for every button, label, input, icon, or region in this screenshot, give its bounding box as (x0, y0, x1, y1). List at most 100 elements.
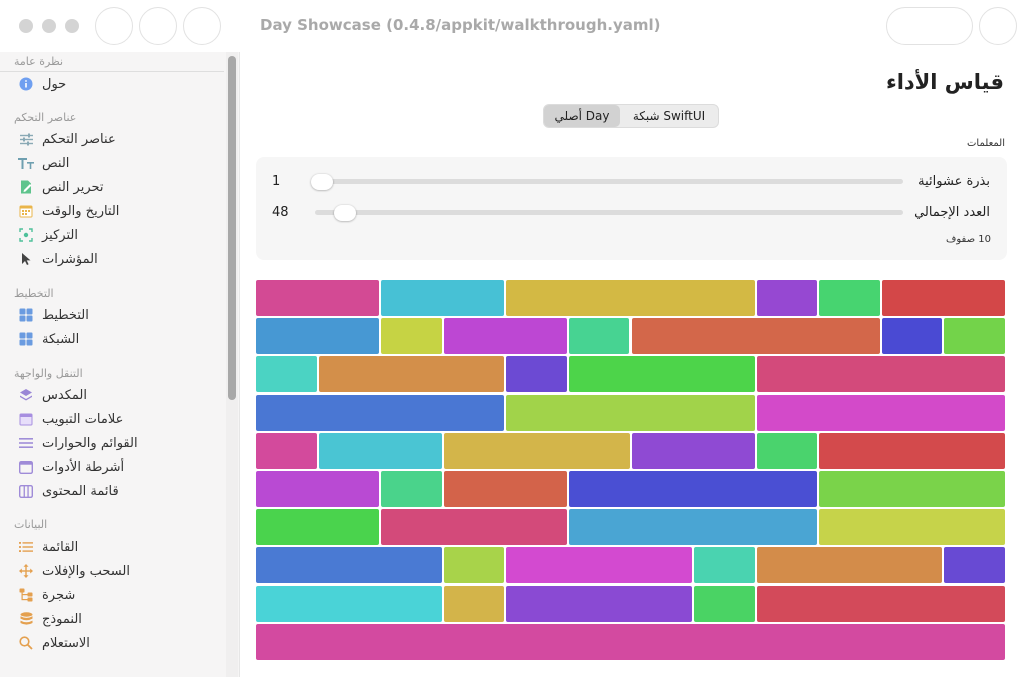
sidebar-item-label: المؤشرات (42, 251, 98, 267)
columns-icon (18, 483, 34, 499)
sidebar-scrollbar[interactable] (228, 56, 236, 400)
sidebar-item-model[interactable]: النموذج (18, 609, 218, 629)
parameters-label: المعلمات (967, 138, 1005, 149)
grid-cell (506, 547, 693, 584)
seed-slider-knob[interactable] (311, 173, 333, 190)
toolbar-wide-button[interactable] (886, 7, 973, 45)
benchmark-grid (256, 280, 1007, 661)
grid-cell (443, 471, 567, 507)
grid-cell (256, 585, 442, 622)
sidebar-item-content-list[interactable]: قائمة المحتوى (18, 481, 218, 501)
total-label: العدد الإجمالي (914, 205, 990, 220)
sidebar-item-focus[interactable]: التركيز (18, 225, 218, 245)
toolbar-button-4[interactable] (979, 7, 1017, 45)
sidebar-item-list[interactable]: القائمة (18, 537, 218, 557)
grid-cell (881, 280, 1005, 316)
grid-cell (881, 318, 943, 355)
sidebar-item-query[interactable]: الاستعلام (18, 633, 218, 653)
sidebar-section-header: التنقل والواجهة (14, 367, 83, 380)
rows-count-note: 10 صفوف (946, 234, 991, 245)
sidebar-item-label: أشرطة الأدوات (42, 459, 125, 475)
grid-cell (256, 471, 380, 507)
minimize-window-icon[interactable] (42, 19, 56, 33)
sidebar-item-pointers[interactable]: المؤشرات (18, 249, 218, 269)
grid-cell (568, 356, 755, 393)
grid-cell (631, 318, 880, 355)
renderer-segmented-control[interactable]: أصلي Day شبكة SwiftUI (543, 104, 719, 128)
text-size-icon (18, 155, 34, 171)
grid-icon (18, 331, 34, 347)
sidebar-item-label: التركيز (42, 227, 78, 243)
sidebar-item-label: النموذج (42, 611, 82, 627)
sidebar-section-header: عناصر التحكم (14, 111, 77, 124)
segment-swiftui-grid[interactable]: شبكة SwiftUI (620, 105, 718, 127)
total-slider-knob[interactable] (333, 204, 356, 221)
edit-document-icon (18, 179, 34, 195)
app-window: Day Showcase (0.4.8/appkit/walkthrough.y… (0, 0, 1024, 677)
sidebar-item-drag-drop[interactable]: السحب والإفلات (18, 561, 218, 581)
sidebar-item-about[interactable]: حول (18, 74, 218, 94)
grid-cell (256, 394, 505, 431)
grid-cell (256, 432, 317, 469)
seed-slider-track[interactable] (311, 173, 903, 190)
layout-grid-icon (18, 307, 34, 323)
grid-cell (568, 471, 818, 507)
sidebar-item-stack[interactable]: المكدس (18, 385, 218, 405)
sidebar-item-tabs[interactable]: علامات التبويب (18, 409, 218, 429)
grid-cell (694, 547, 755, 584)
total-slider-track[interactable] (315, 204, 903, 221)
toolbar-button-1[interactable] (95, 7, 133, 45)
grid-cell (318, 432, 442, 469)
sidebar-item-text-editing[interactable]: تحرير النص (18, 177, 218, 197)
segment-native-day[interactable]: أصلي Day (544, 105, 620, 127)
sidebar-item-label: تحرير النص (42, 179, 104, 195)
sidebar-item-label: علامات التبويب (42, 411, 124, 427)
close-window-icon[interactable] (19, 19, 33, 33)
grid-cell (506, 394, 755, 431)
sidebar-item-menus-dialogs[interactable]: القوائم والحوارات (18, 433, 218, 453)
grid-cell (568, 509, 818, 546)
sidebar-item-toolbars[interactable]: أشرطة الأدوات (18, 457, 218, 477)
sidebar-item-label: حول (42, 76, 67, 92)
search-icon (18, 635, 34, 651)
list-icon (18, 539, 34, 555)
sidebar: نظرة عامة حول عناصر التحكم عناصر التحكم … (0, 52, 240, 677)
grid-cell (506, 280, 755, 316)
parameters-panel: 1 بذرة عشوائية 48 العدد الإجمالي 10 صفوف (256, 157, 1007, 260)
database-icon (18, 611, 34, 627)
title-bar: Day Showcase (0.4.8/appkit/walkthrough.y… (0, 0, 1024, 52)
grid-cell (381, 280, 505, 316)
tree-icon (18, 587, 34, 603)
grid-cell (631, 432, 755, 469)
sidebar-item-date-time[interactable]: التاريخ والوقت (18, 201, 218, 221)
grid-cell (443, 432, 630, 469)
grid-cell (381, 509, 567, 546)
sidebar-item-grid[interactable]: الشبكة (18, 329, 218, 349)
grid-cell (756, 394, 1005, 431)
toolbar-button-2[interactable] (139, 7, 177, 45)
grid-cell (506, 356, 567, 393)
zoom-window-icon[interactable] (65, 19, 79, 33)
sidebar-item-label: الاستعلام (42, 635, 90, 651)
sidebar-item-label: عناصر التحكم (42, 131, 116, 147)
page-title: قياس الأداء (885, 70, 1004, 94)
sidebar-item-controls[interactable]: عناصر التحكم (18, 129, 218, 149)
grid-cell (944, 547, 1005, 584)
grid-cell (381, 318, 442, 355)
sidebar-item-label: القوائم والحوارات (42, 435, 138, 451)
grid-cell (256, 547, 442, 584)
sidebar-item-tree[interactable]: شجرة (18, 585, 218, 605)
sidebar-item-label: التخطيط (42, 307, 89, 323)
sidebar-section-header: التخطيط (14, 287, 54, 300)
grid-cell (819, 432, 1006, 469)
grid-cell (256, 318, 380, 355)
seed-label: بذرة عشوائية (918, 174, 990, 189)
total-value: 48 (272, 205, 289, 220)
sidebar-item-label: التاريخ والوقت (42, 203, 120, 219)
main-content: قياس الأداء أصلي Day شبكة SwiftUI المعلم… (241, 52, 1024, 677)
sidebar-item-label: القائمة (42, 539, 79, 555)
sidebar-item-text[interactable]: النص (18, 153, 218, 173)
sidebar-item-layout[interactable]: التخطيط (18, 305, 218, 325)
toolbar-button-3[interactable] (183, 7, 221, 45)
grid-cell (756, 547, 943, 584)
